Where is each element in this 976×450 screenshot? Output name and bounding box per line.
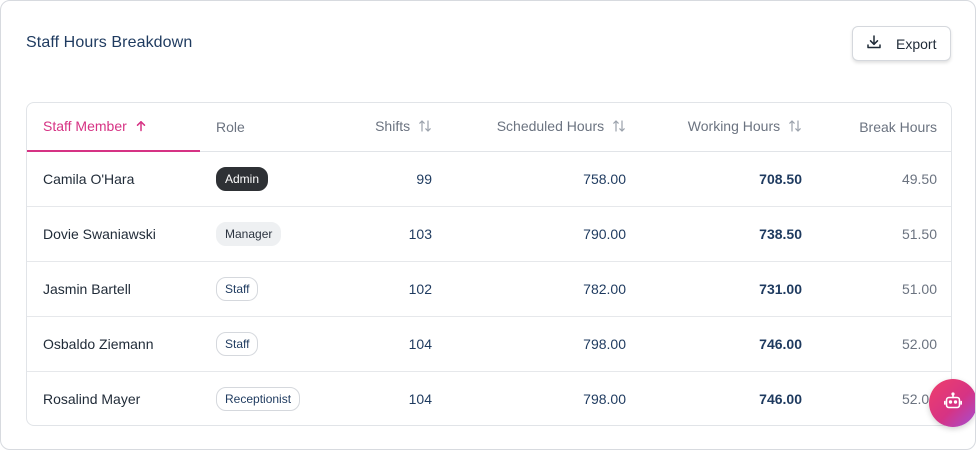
role-cell: Staff xyxy=(200,261,328,316)
sort-arrows-icon xyxy=(788,119,802,136)
page-title: Staff Hours Breakdown xyxy=(26,34,193,51)
staff-name-cell: Camila O'Hara xyxy=(43,170,135,187)
working-hours-cell: 708.50 xyxy=(759,170,802,187)
table-row[interactable]: Camila O'Hara Admin 99 758.00 708.50 49.… xyxy=(27,151,951,206)
table-row[interactable]: Jasmin Bartell Staff 102 782.00 731.00 5… xyxy=(27,261,951,316)
table-row[interactable]: Rosalind Mayer Receptionist 104 798.00 7… xyxy=(27,371,951,425)
break-hours-cell: 51.50 xyxy=(901,225,937,242)
working-hours-cell: 738.50 xyxy=(759,225,802,242)
break-hours-cell: 52.00 xyxy=(901,335,937,352)
shifts-cell: 99 xyxy=(416,170,432,187)
scheduled-hours-cell: 798.00 xyxy=(583,335,626,352)
break-hours-cell: 51.00 xyxy=(901,280,937,297)
scheduled-hours-cell: 782.00 xyxy=(583,280,626,297)
shifts-cell: 104 xyxy=(408,335,432,352)
column-header-label: Scheduled Hours xyxy=(496,117,605,134)
column-header-staff-member[interactable]: Staff Member xyxy=(27,103,200,152)
bot-icon xyxy=(943,391,963,416)
role-badge: Receptionist xyxy=(216,386,301,411)
working-hours-cell: 731.00 xyxy=(759,280,802,297)
table-header-row: Staff Member Role Shifts Scheduled Hours… xyxy=(27,103,951,152)
column-header-working-hours[interactable]: Working Hours xyxy=(642,103,818,151)
column-header-label: Staff Member xyxy=(43,118,127,135)
table-row[interactable]: Dovie Swaniawski Manager 103 790.00 738.… xyxy=(27,206,951,261)
role-cell: Manager xyxy=(200,206,328,261)
scheduled-hours-cell: 758.00 xyxy=(583,170,626,187)
staff-hours-table: Staff Member Role Shifts Scheduled Hours… xyxy=(26,102,952,426)
export-button[interactable]: Export xyxy=(852,26,951,61)
scheduled-hours-cell: 790.00 xyxy=(583,225,626,242)
column-header-label: Break Hours xyxy=(859,118,937,135)
role-badge: Staff xyxy=(216,276,259,301)
role-cell: Staff xyxy=(200,316,328,371)
role-cell: Admin xyxy=(200,151,328,206)
assistant-bot-button[interactable] xyxy=(929,379,975,427)
staff-name-cell: Dovie Swaniawski xyxy=(43,225,156,242)
table-row[interactable]: Osbaldo Ziemann Staff 104 798.00 746.00 … xyxy=(27,316,951,371)
arrow-up-icon xyxy=(135,119,147,135)
role-badge: Manager xyxy=(216,221,282,246)
role-badge: Admin xyxy=(216,166,269,191)
role-cell: Receptionist xyxy=(200,371,328,425)
staff-name-cell: Jasmin Bartell xyxy=(43,280,131,297)
working-hours-cell: 746.00 xyxy=(759,390,802,407)
staff-hours-card: Staff Hours Breakdown Export Staff Membe… xyxy=(0,0,976,450)
column-header-shifts[interactable]: Shifts xyxy=(328,103,448,151)
column-header-label: Role xyxy=(216,118,245,135)
break-hours-cell: 49.50 xyxy=(901,170,937,187)
download-icon xyxy=(866,34,882,53)
working-hours-cell: 746.00 xyxy=(759,335,802,352)
role-badge: Staff xyxy=(216,331,259,356)
shifts-cell: 102 xyxy=(408,280,432,297)
shifts-cell: 104 xyxy=(408,390,432,407)
sort-arrows-icon xyxy=(418,119,432,136)
shifts-cell: 103 xyxy=(408,225,432,242)
column-header-label: Shifts xyxy=(375,117,411,134)
staff-name-cell: Rosalind Mayer xyxy=(43,390,141,407)
column-header-break-hours: Break Hours xyxy=(818,103,951,151)
column-header-scheduled-hours[interactable]: Scheduled Hours xyxy=(448,103,642,151)
staff-name-cell: Osbaldo Ziemann xyxy=(43,335,154,352)
export-label: Export xyxy=(896,35,937,52)
scheduled-hours-cell: 798.00 xyxy=(583,390,626,407)
column-header-role: Role xyxy=(200,103,328,151)
column-header-label: Working Hours xyxy=(687,117,781,134)
sort-arrows-icon xyxy=(612,119,626,136)
